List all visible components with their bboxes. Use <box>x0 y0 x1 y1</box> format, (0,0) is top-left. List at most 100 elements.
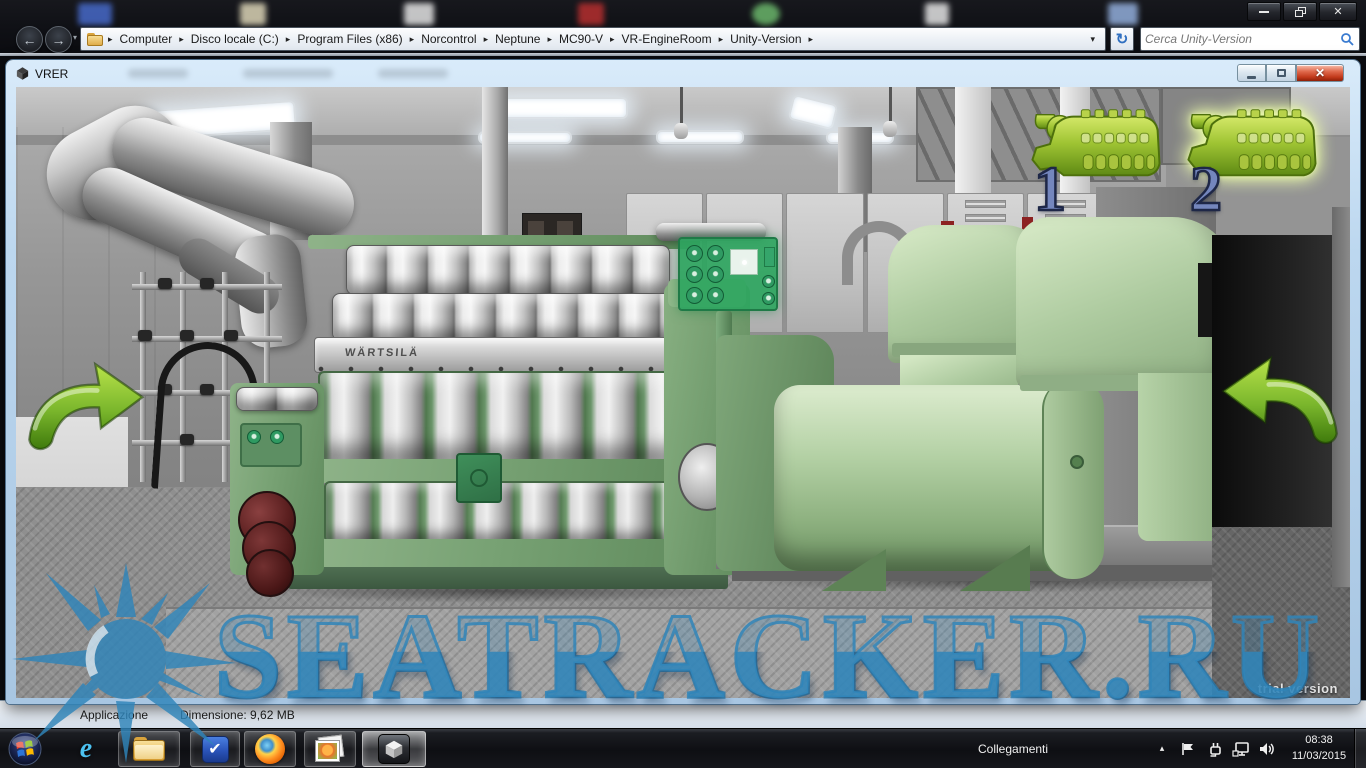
engine-room-3d-view[interactable]: WÄRTSILÄ <box>16 87 1350 698</box>
search-icon[interactable] <box>1340 32 1354 46</box>
breadcrumb-item-unity-version[interactable]: Unity-Version <box>725 32 806 46</box>
background-smudge <box>378 69 448 78</box>
explorer-minimize-button[interactable] <box>1247 2 1281 21</box>
pendant-rod <box>680 87 683 125</box>
vrer-minimize-button[interactable] <box>1237 64 1266 82</box>
desktop-icon <box>78 3 112 25</box>
doorway-floor <box>1212 527 1350 698</box>
tray-toolbar-label[interactable]: Collegamenti <box>978 742 1048 756</box>
refresh-icon: ↻ <box>1116 30 1129 48</box>
back-button[interactable]: ← <box>16 26 43 53</box>
engine-1-number: 1 <box>1034 157 1066 221</box>
status-file-type: Applicazione <box>80 708 148 722</box>
breadcrumb-item-neptune[interactable]: Neptune <box>490 32 545 46</box>
unity-app-icon <box>15 66 30 81</box>
generator-bolt <box>1070 455 1084 469</box>
engine-cylinder-covers <box>318 371 690 461</box>
breadcrumb-separator: ▸ <box>482 34 491 45</box>
background-smudge <box>128 69 188 78</box>
restore-icon <box>1295 7 1306 17</box>
explorer-close-button[interactable]: ✕ <box>1319 2 1357 21</box>
breadcrumb-item-norcontrol[interactable]: Norcontrol <box>416 32 481 46</box>
pendant-lamp <box>674 123 688 139</box>
desktop-icon <box>752 3 780 25</box>
vrer-maximize-button[interactable] <box>1266 64 1296 82</box>
engine-air-manifold: WÄRTSILÄ <box>314 337 698 373</box>
breadcrumb-separator: ▸ <box>608 34 617 45</box>
checkmark-icon: ✔ <box>202 736 229 763</box>
generator-body <box>774 385 1080 571</box>
clock-time: 08:38 <box>1288 733 1350 749</box>
breadcrumb-item-computer[interactable]: Computer <box>115 32 178 46</box>
valve-handle <box>224 330 238 341</box>
engine-instrument-panel[interactable] <box>678 237 778 311</box>
engine-1-selector[interactable]: 1 <box>1024 101 1174 226</box>
taskbar-internet-explorer[interactable]: e <box>60 731 112 767</box>
internet-explorer-icon: e <box>80 733 92 765</box>
firefox-icon <box>255 734 285 764</box>
breadcrumb-item-disco-locale[interactable]: Disco locale (C:) <box>186 32 284 46</box>
show-desktop-button[interactable] <box>1354 729 1366 768</box>
clock-date: 11/03/2015 <box>1288 749 1350 765</box>
minimize-icon <box>1247 76 1256 79</box>
panel-switch <box>764 247 775 267</box>
taskbar-windows-explorer[interactable] <box>118 731 180 767</box>
explorer-status-bar: Applicazione Dimensione: 9,62 MB <box>0 700 1366 728</box>
search-box <box>1140 27 1360 51</box>
valve-handle <box>138 330 152 341</box>
rotate-left-arrow[interactable] <box>18 352 150 462</box>
recent-pages-dropdown[interactable]: ▾ <box>73 33 77 42</box>
ceiling-light <box>497 97 628 119</box>
valve-handle <box>158 278 172 289</box>
taskbar-firefox[interactable] <box>244 731 296 767</box>
desktop-icon <box>240 3 266 25</box>
show-hidden-icons-button[interactable]: ▴ <box>1154 743 1170 754</box>
engine-brand-label: WÄRTSILÄ <box>345 347 420 359</box>
engine-2-selector[interactable]: 2 <box>1180 101 1330 226</box>
start-button[interactable] <box>2 729 48 768</box>
rotate-right-arrow[interactable] <box>1216 345 1348 457</box>
breadcrumb-item-program-files[interactable]: Program Files (x86) <box>292 32 407 46</box>
search-input[interactable] <box>1145 29 1335 49</box>
desktop-icon <box>578 3 604 25</box>
forward-button[interactable]: → <box>45 26 72 53</box>
desktop-screen: ✕ ← → ▾ ▸ Computer ▸ Disco locale (C:) ▸… <box>0 0 1366 768</box>
taskbar-unity-vrer[interactable] <box>362 731 426 767</box>
taskbar-photo-viewer[interactable] <box>304 731 356 767</box>
vrer-title-bar[interactable]: VRER <box>6 60 1360 87</box>
windows-start-icon <box>8 732 42 766</box>
breadcrumb-item-vr-engineroom[interactable]: VR-EngineRoom <box>617 32 717 46</box>
trial-version-label: trial version <box>1258 681 1338 696</box>
address-bar[interactable]: ▸ Computer ▸ Disco locale (C:) ▸ Program… <box>80 27 1106 51</box>
explorer-content-edge <box>0 53 1366 56</box>
explorer-restore-button[interactable] <box>1283 2 1317 21</box>
volume-icon[interactable] <box>1258 740 1276 758</box>
pendant-rod <box>889 87 892 123</box>
vent-grille <box>965 214 1006 222</box>
engine-front-panel <box>240 423 302 467</box>
refresh-button[interactable]: ↻ <box>1110 27 1134 51</box>
network-icon[interactable] <box>1232 740 1250 758</box>
vrer-close-button[interactable]: ✕ <box>1296 64 1344 82</box>
address-history-dropdown[interactable]: ▾ <box>1090 34 1099 45</box>
pendant-lamp <box>883 121 897 137</box>
breadcrumb-item-mc90v[interactable]: MC90-V <box>554 32 608 46</box>
vrer-window: VRER ✕ <box>6 60 1360 704</box>
back-arrow-icon: ← <box>23 32 37 48</box>
floor-walkway <box>166 607 1216 698</box>
taskbar-check-app[interactable]: ✔ <box>190 731 240 767</box>
engine-base <box>304 539 714 569</box>
engine-skid <box>288 567 728 589</box>
background-smudge <box>243 69 333 78</box>
breadcrumb-separator: ▸ <box>408 34 417 45</box>
valve-handle <box>180 330 194 341</box>
action-center-flag-icon[interactable] <box>1180 741 1196 757</box>
breadcrumb-separator: ▸ <box>807 34 816 45</box>
panel-display <box>730 249 758 275</box>
engine-2-number: 2 <box>1190 157 1222 221</box>
power-plug-icon[interactable] <box>1206 740 1224 758</box>
engine-front-caps <box>236 387 318 411</box>
generator-end-cap <box>1042 379 1104 579</box>
maximize-icon <box>1277 69 1286 77</box>
tray-clock[interactable]: 08:38 11/03/2015 <box>1288 733 1350 765</box>
